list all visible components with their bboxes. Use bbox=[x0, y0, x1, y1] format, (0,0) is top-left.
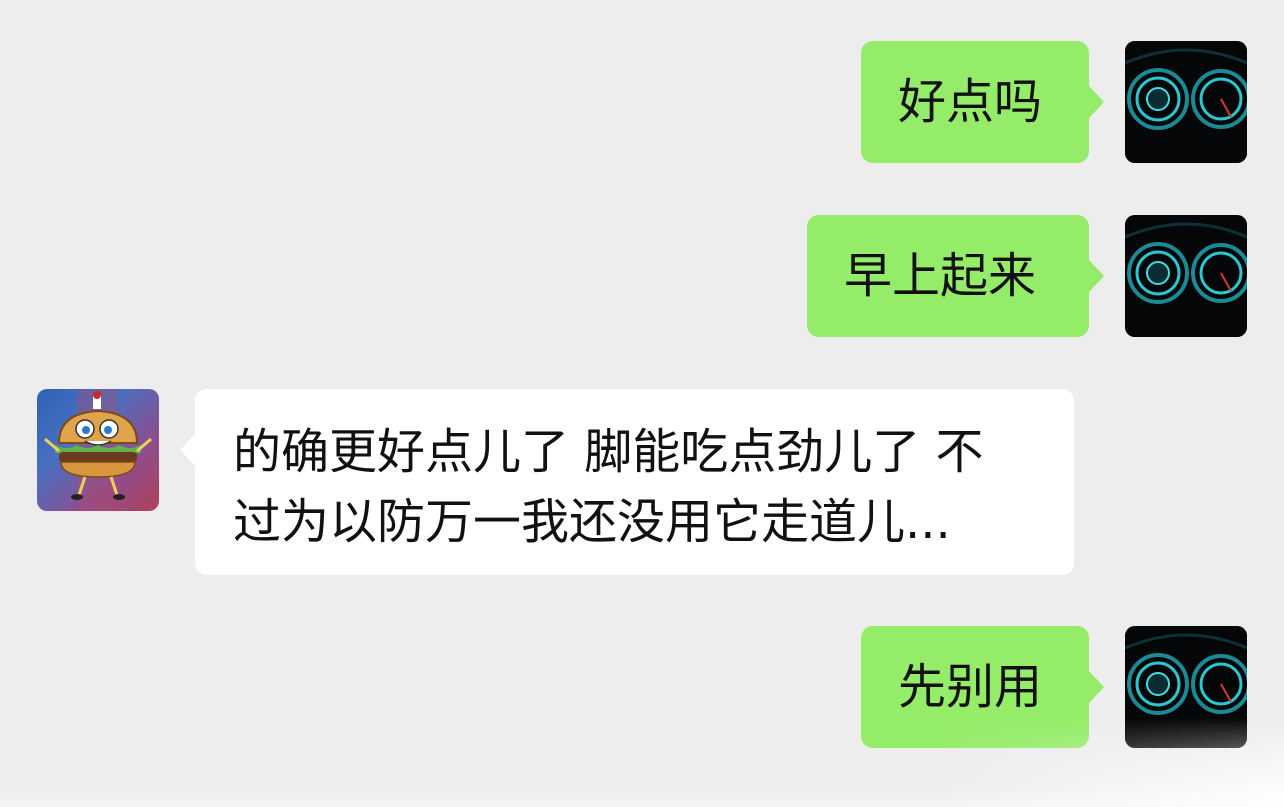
contact-avatar[interactable] bbox=[37, 389, 159, 511]
message-text: 好点吗 bbox=[898, 74, 1043, 130]
dashboard-gauges-icon bbox=[1125, 215, 1247, 337]
message-bubble-outgoing[interactable]: 早上起来 bbox=[807, 215, 1104, 337]
message-text-line-1: 的确更好点儿了 脚能吃点劲儿了 不 bbox=[233, 424, 984, 480]
message-text: 先别用 bbox=[898, 659, 1043, 715]
message-bubble-incoming[interactable]: 的确更好点儿了 脚能吃点劲儿了 不 过为以防万一我还没用它走道儿... bbox=[180, 389, 1074, 575]
chat-area: 好点吗 早上起来 的确更好点儿了 脚能吃点劲儿了 不 过为以防万一我还没用它走道… bbox=[0, 0, 1284, 807]
cartoon-burger-icon bbox=[44, 389, 152, 511]
message-text-line-2: 过为以防万一我还没用它走道儿... bbox=[233, 494, 951, 550]
self-avatar[interactable] bbox=[1125, 41, 1247, 163]
dashboard-gauges-icon bbox=[1125, 41, 1247, 163]
message-text: 早上起来 bbox=[844, 248, 1037, 304]
message-bubble-outgoing[interactable]: 好点吗 bbox=[861, 41, 1104, 163]
bottom-right-fade bbox=[924, 717, 1284, 807]
self-avatar[interactable] bbox=[1125, 215, 1247, 337]
